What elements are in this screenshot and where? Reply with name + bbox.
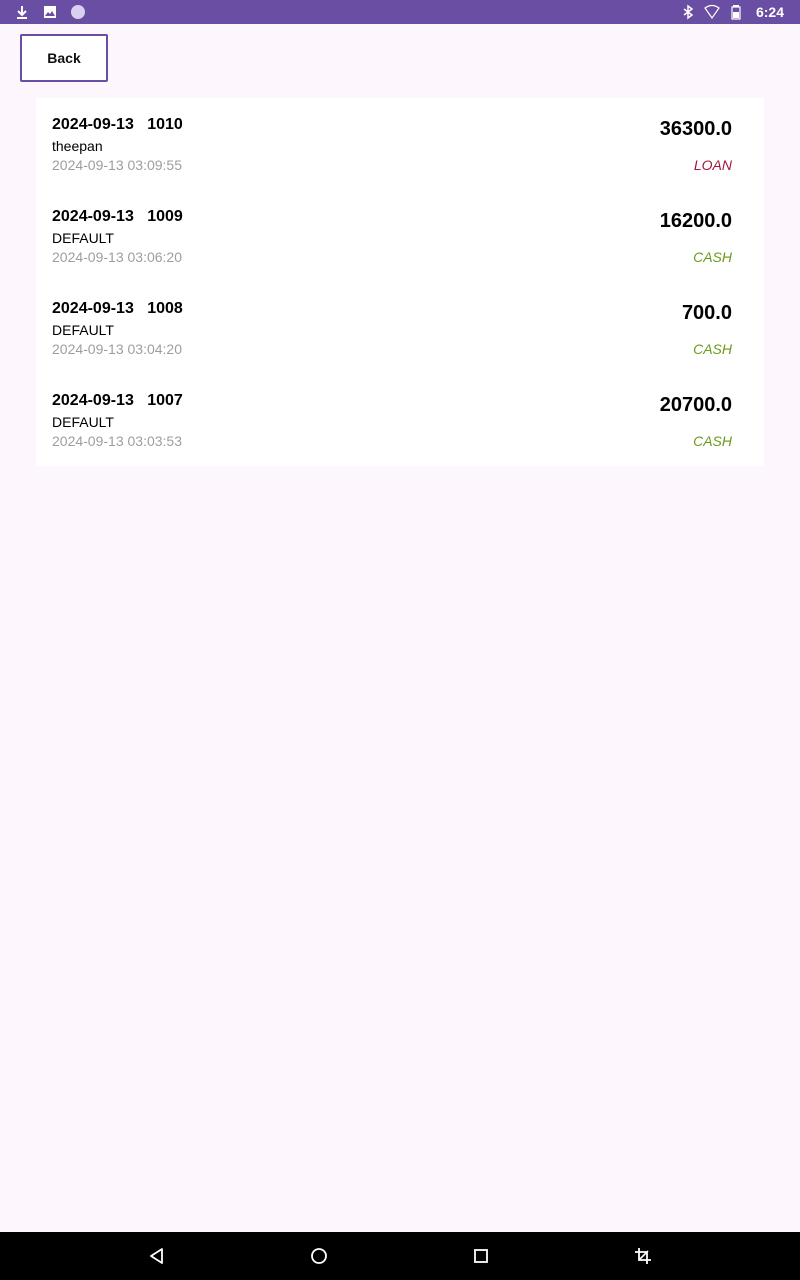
home-circle-icon: [311, 1248, 327, 1264]
nav-back-button[interactable]: [141, 1240, 173, 1272]
transaction-amount: 20700.0: [659, 394, 732, 416]
transaction-type: CASH: [693, 433, 732, 449]
transaction-type: CASH: [693, 341, 732, 357]
transaction-title: 2024-09-13 1010: [52, 116, 183, 133]
transaction-title: 2024-09-13 1007: [52, 392, 183, 409]
transaction-timestamp: 2024-09-13 03:06:20: [52, 249, 182, 265]
transaction-customer: theepan: [52, 138, 103, 154]
transaction-customer: DEFAULT: [52, 322, 114, 338]
transaction-list: 2024-09-13 1010 theepan 2024-09-13 03:09…: [36, 98, 764, 466]
screenshot-crop-icon: [635, 1248, 651, 1264]
transaction-customer: DEFAULT: [52, 230, 114, 246]
transaction-timestamp: 2024-09-13 03:09:55: [52, 157, 182, 173]
nav-recents-button[interactable]: [465, 1240, 497, 1272]
wifi-icon: [704, 4, 720, 20]
transaction-amount: 36300.0: [659, 118, 732, 140]
navigation-bar: [0, 1232, 800, 1280]
transaction-type: CASH: [693, 249, 732, 265]
transaction-timestamp: 2024-09-13 03:04:20: [52, 341, 182, 357]
transaction-title: 2024-09-13 1009: [52, 208, 183, 225]
transaction-title: 2024-09-13 1008: [52, 300, 183, 317]
nav-screenshot-button[interactable]: [627, 1240, 659, 1272]
clock: 6:24: [755, 4, 784, 20]
transaction-row[interactable]: 2024-09-13 1009 DEFAULT 2024-09-13 03:06…: [36, 190, 764, 282]
recents-square-icon: [474, 1249, 488, 1263]
transaction-type: LOAN: [693, 157, 732, 173]
transaction-amount: 16200.0: [659, 210, 732, 232]
transaction-row[interactable]: 2024-09-13 1010 theepan 2024-09-13 03:09…: [36, 98, 764, 190]
transaction-timestamp: 2024-09-13 03:03:53: [52, 433, 182, 449]
battery-icon: [731, 5, 741, 20]
circle-app-icon: [71, 5, 85, 19]
transaction-row[interactable]: 2024-09-13 1008 DEFAULT 2024-09-13 03:04…: [36, 282, 764, 374]
transaction-amount: 700.0: [681, 302, 732, 324]
transaction-customer: DEFAULT: [52, 414, 114, 430]
status-bar: 6:24: [0, 0, 800, 24]
image-icon: [44, 6, 56, 18]
transaction-row[interactable]: 2024-09-13 1007 DEFAULT 2024-09-13 03:03…: [36, 374, 764, 466]
nav-home-button[interactable]: [303, 1240, 335, 1272]
back-triangle-icon: [150, 1248, 163, 1264]
bluetooth-icon: [683, 4, 694, 20]
download-icon: [17, 6, 27, 19]
back-button[interactable]: Back: [20, 34, 108, 82]
